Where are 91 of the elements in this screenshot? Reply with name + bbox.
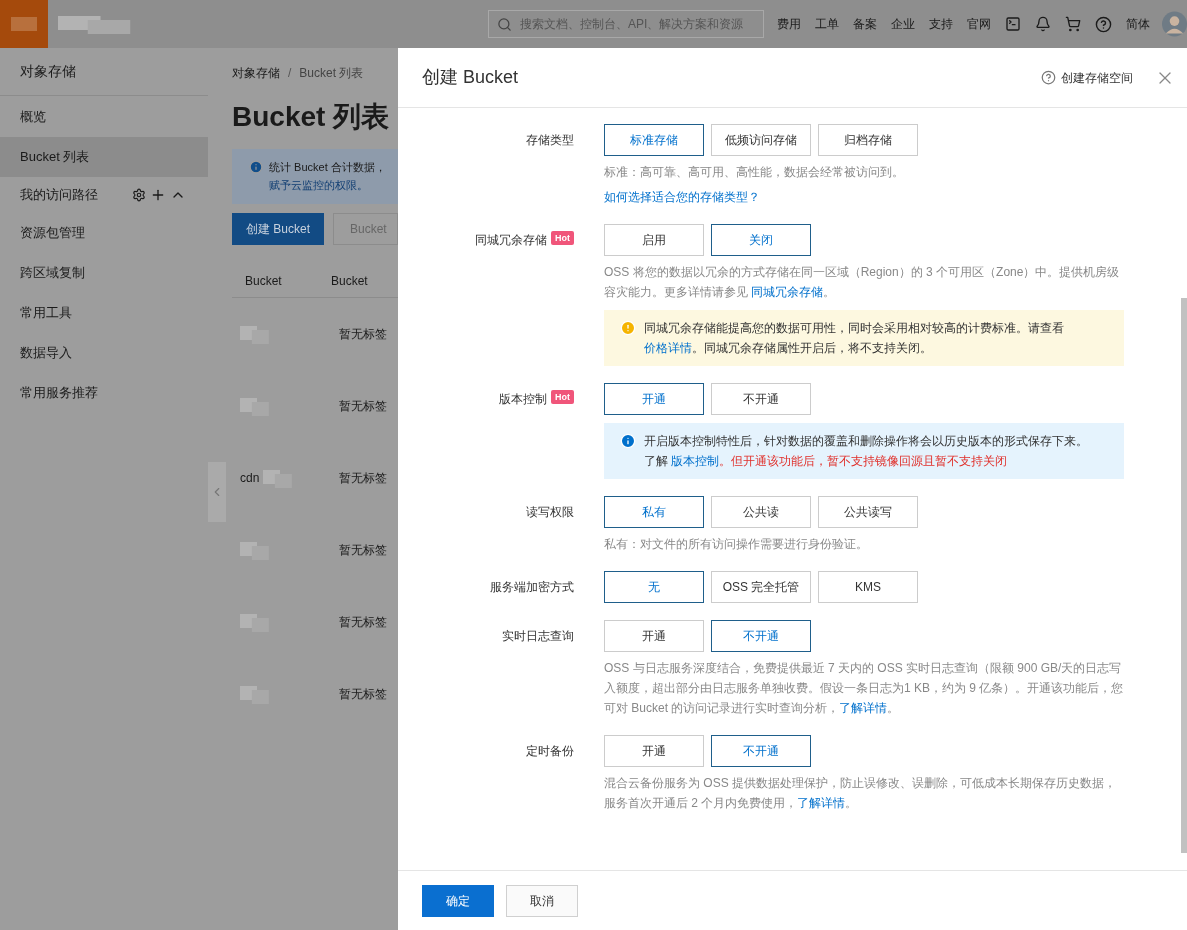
- create-bucket-button[interactable]: 创建 Bucket: [232, 213, 324, 245]
- option-button[interactable]: 不开通: [711, 620, 811, 652]
- nav-link[interactable]: 备案: [853, 15, 877, 33]
- help-link[interactable]: 价格详情: [644, 341, 692, 355]
- notice-text: 同城冗余存储能提高您的数据可用性，同时会采用相对较高的计费标准。请查看: [644, 320, 1064, 337]
- help-link[interactable]: 创建存储空间: [1041, 68, 1133, 87]
- help-text: 混合云备份服务为 OSS 提供数据处理保护，防止误修改、误删除，可低成本长期保存历史数据，服务首次开通后 2 个月内免费使用，了解详情。: [604, 775, 1117, 812]
- help-link[interactable]: 同城冗余存储: [751, 285, 824, 299]
- option-button[interactable]: 不开通: [711, 735, 811, 767]
- table-cell-text: cdn: [240, 470, 260, 487]
- notice-text: 价格详情。同城冗余存储属性开启后，将不支持关闭。: [644, 340, 933, 357]
- option-button[interactable]: 公共读写: [818, 496, 918, 528]
- option-button[interactable]: 无: [604, 571, 704, 603]
- nav-link[interactable]: 工单: [815, 15, 839, 33]
- table-cell-text: 暂无标签: [339, 542, 387, 559]
- option-button[interactable]: 私有: [604, 496, 704, 528]
- table-cell-text: 暂无标签: [339, 470, 387, 487]
- table-cell-text: 暂无标签: [339, 398, 387, 415]
- info-icon: [249, 160, 263, 174]
- column-header: Bucket: [244, 272, 283, 290]
- sidebar-title: 对象存储: [20, 62, 76, 81]
- sidebar-item[interactable]: 常用服务推荐: [0, 373, 208, 413]
- field-label: 读写权限: [526, 504, 574, 521]
- scrollbar-thumb[interactable]: [1181, 298, 1187, 853]
- option-button[interactable]: 启用: [604, 224, 704, 256]
- bell-icon[interactable]: [1035, 16, 1051, 32]
- search-icon: [497, 16, 513, 32]
- nav-link[interactable]: 官网: [967, 15, 991, 33]
- table-cell-text: 暂无标签: [339, 614, 387, 631]
- language-link[interactable]: 简体: [1126, 15, 1150, 33]
- cart-icon[interactable]: [1065, 16, 1081, 32]
- add-icon[interactable]: [150, 187, 166, 203]
- help-icon: [1041, 70, 1056, 85]
- terminal-icon[interactable]: [1005, 16, 1021, 32]
- option-button[interactable]: 低频访问存储: [711, 124, 811, 156]
- notice-text: 开启版本控制特性后，针对数据的覆盖和删除操作将会以历史版本的形式保存下来。: [644, 433, 1088, 450]
- table-cell-text: 暂无标签: [339, 326, 387, 343]
- info-icon: [620, 433, 636, 449]
- nav-link[interactable]: 企业: [891, 15, 915, 33]
- sidebar-item[interactable]: 资源包管理: [0, 213, 208, 253]
- field-label: 版本控制: [499, 391, 547, 408]
- option-button[interactable]: 关闭: [711, 224, 811, 256]
- sidebar-item[interactable]: Bucket 列表: [0, 137, 208, 177]
- help-icon[interactable]: [1095, 15, 1112, 33]
- confirm-button[interactable]: 确定: [422, 884, 494, 917]
- help-text: 私有：对文件的所有访问操作需要进行身份验证。: [604, 536, 869, 553]
- field-label: 定时备份: [526, 743, 574, 760]
- help-text: OSS 与日志服务深度结合，免费提供最近 7 天内的 OSS 实时日志查询（限额 900 GB/天的日志写入额度，超出部分由日志服务单独收费。假设一条日志为1 KB，约为 9 亿条）。开通该功能后，您可对 Bucket 的访问记录进行实时查询分析，了解详情。: [604, 660, 1124, 717]
- cancel-button[interactable]: 取消: [506, 884, 578, 917]
- column-header: Bucket: [331, 272, 368, 290]
- option-button[interactable]: 归档存储: [818, 124, 918, 156]
- notice-link[interactable]: 赋予云监控的权限。: [269, 176, 368, 194]
- sidebar-item[interactable]: 数据导入: [0, 333, 208, 373]
- option-button[interactable]: 公共读: [711, 496, 811, 528]
- help-link[interactable]: 了解详情: [797, 796, 846, 810]
- help-text: 标准：高可靠、高可用、高性能，数据会经常被访问到。: [604, 164, 905, 181]
- hot-badge: Hot: [551, 231, 574, 245]
- nav-link[interactable]: 费用: [777, 15, 801, 33]
- sidebar-toggle[interactable]: [208, 462, 226, 522]
- table-cell-text: 暂无标签: [339, 686, 387, 703]
- field-label: 服务端加密方式: [490, 579, 574, 596]
- warning-icon: [620, 320, 636, 336]
- sidebar-item[interactable]: 我的访问路径: [0, 177, 208, 213]
- sidebar-item[interactable]: 跨区域复制: [0, 253, 208, 293]
- sidebar-item[interactable]: 常用工具: [0, 293, 208, 333]
- help-link[interactable]: 了解详情: [839, 701, 888, 715]
- field-label: 实时日志查询: [502, 628, 574, 645]
- option-button[interactable]: 开通: [604, 383, 704, 415]
- field-label: 同城冗余存储: [475, 232, 547, 249]
- help-link[interactable]: 如何选择适合您的存储类型？: [604, 187, 760, 207]
- hot-badge: Hot: [551, 390, 574, 404]
- breadcrumb-link[interactable]: 对象存储: [232, 64, 280, 82]
- help-text: OSS 将您的数据以冗余的方式存储在同一区域（Region）的 3 个可用区（Zone）中。提供机房级容灾能力。更多详情请参见 同城冗余存储。: [604, 264, 1121, 301]
- logo-icon: [0, 0, 49, 48]
- option-button[interactable]: KMS: [818, 571, 918, 603]
- option-button[interactable]: 标准存储: [604, 124, 704, 156]
- drawer-title: 创建 Bucket: [422, 66, 519, 89]
- settings-icon[interactable]: [132, 188, 146, 202]
- breadcrumb-link[interactable]: Bucket 列表: [299, 64, 364, 82]
- help-link[interactable]: 版本控制: [671, 454, 720, 468]
- field-label: 存储类型: [526, 132, 574, 149]
- notice-text: 了解 版本控制。但开通该功能后，暂不支持镜像回源且暂不支持关闭: [644, 453, 1009, 470]
- page-title: Bucket 列表: [232, 100, 391, 134]
- sidebar-item[interactable]: 概览: [0, 97, 208, 137]
- option-button[interactable]: 开通: [604, 620, 704, 652]
- notice-text: 统计 Bucket 合计数据，: [269, 160, 386, 175]
- option-button[interactable]: OSS 完全托管: [711, 571, 811, 603]
- breadcrumb-separator: /: [288, 65, 292, 82]
- nav-link[interactable]: 支持: [929, 15, 953, 33]
- option-button[interactable]: 不开通: [711, 383, 811, 415]
- option-button[interactable]: 开通: [604, 735, 704, 767]
